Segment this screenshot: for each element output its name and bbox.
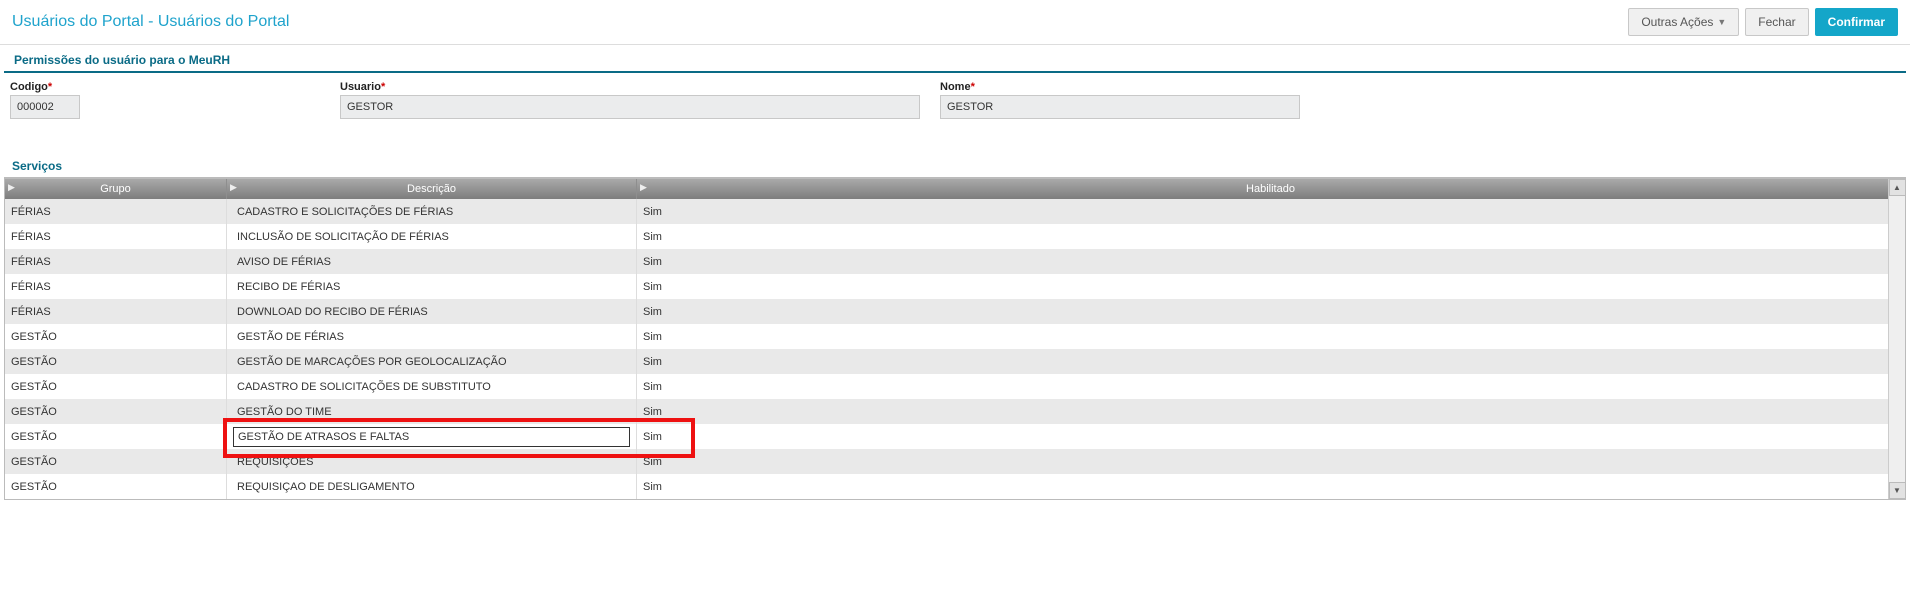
grid-header: ▶ Grupo ▶ Descrição ▶ Habilitado — [5, 179, 1905, 199]
cell-descricao: DOWNLOAD DO RECIBO DE FÉRIAS — [227, 299, 637, 324]
table-row[interactable]: FÉRIASCADASTRO E SOLICITAÇÕES DE FÉRIASS… — [5, 199, 1905, 224]
breadcrumb: Usuários do Portal - Usuários do Portal — [12, 13, 289, 31]
cell-grupo: GESTÃO — [5, 399, 227, 424]
cell-habilitado: Sim — [637, 424, 1905, 449]
cell-habilitado: Sim — [637, 449, 1905, 474]
topbar-actions: Outras Ações ▼ Fechar Confirmar — [1628, 8, 1898, 36]
table-row[interactable]: GESTÃOGESTÃO DE MARCAÇÕES POR GEOLOCALIZ… — [5, 349, 1905, 374]
grid-body: FÉRIASCADASTRO E SOLICITAÇÕES DE FÉRIASS… — [5, 199, 1905, 499]
cell-grupo: FÉRIAS — [5, 249, 227, 274]
table-row[interactable]: FÉRIASAVISO DE FÉRIASSim — [5, 249, 1905, 274]
cell-habilitado: Sim — [637, 199, 1905, 224]
cell-habilitado: Sim — [637, 324, 1905, 349]
table-row[interactable]: FÉRIASRECIBO DE FÉRIASSim — [5, 274, 1905, 299]
cell-grupo: GESTÃO — [5, 324, 227, 349]
table-row[interactable]: GESTÃOGESTÃO DE ATRASOS E FALTASSim — [5, 424, 1905, 449]
cell-habilitado: Sim — [637, 349, 1905, 374]
form-group-codigo: Codigo* — [10, 81, 80, 119]
form-group-usuario: Usuario* — [340, 81, 920, 119]
cell-descricao: CADASTRO DE SOLICITAÇÕES DE SUBSTITUTO — [227, 374, 637, 399]
codigo-field[interactable] — [10, 95, 80, 119]
cell-descricao: AVISO DE FÉRIAS — [227, 249, 637, 274]
cell-grupo: GESTÃO — [5, 374, 227, 399]
header-habilitado[interactable]: ▶ Habilitado — [637, 179, 1905, 199]
cell-descricao: GESTÃO DE MARCAÇÕES POR GEOLOCALIZAÇÃO — [227, 349, 637, 374]
cell-grupo: FÉRIAS — [5, 224, 227, 249]
other-actions-button[interactable]: Outras Ações ▼ — [1628, 8, 1739, 36]
header-descricao[interactable]: ▶ Descrição — [227, 179, 637, 199]
services-grid: ▶ Grupo ▶ Descrição ▶ Habilitado FÉRIASC… — [4, 178, 1906, 500]
table-row[interactable]: GESTÃOCADASTRO DE SOLICITAÇÕES DE SUBSTI… — [5, 374, 1905, 399]
form-row: Codigo* Usuario* Nome* — [0, 73, 1910, 125]
header-grupo[interactable]: ▶ Grupo — [5, 179, 227, 199]
cell-descricao: CADASTRO E SOLICITAÇÕES DE FÉRIAS — [227, 199, 637, 224]
cell-habilitado: Sim — [637, 299, 1905, 324]
usuario-label: Usuario* — [340, 81, 920, 93]
table-row[interactable]: FÉRIASDOWNLOAD DO RECIBO DE FÉRIASSim — [5, 299, 1905, 324]
cell-grupo: GESTÃO — [5, 449, 227, 474]
cell-habilitado: Sim — [637, 399, 1905, 424]
cell-grupo: GESTÃO — [5, 424, 227, 449]
cell-habilitado: Sim — [637, 274, 1905, 299]
nome-field[interactable] — [940, 95, 1300, 119]
header-grupo-label: Grupo — [100, 183, 131, 195]
scroll-down-arrow-icon[interactable]: ▼ — [1889, 482, 1906, 499]
section-services-title: Serviços — [4, 155, 1906, 178]
section-permissions-title: Permissões do usuário para o MeuRH — [4, 45, 1906, 73]
cell-descricao: GESTÃO DE ATRASOS E FALTAS — [227, 424, 637, 449]
cell-habilitado: Sim — [637, 374, 1905, 399]
vertical-scrollbar[interactable]: ▲ ▼ — [1888, 179, 1905, 499]
cell-grupo: GESTÃO — [5, 474, 227, 499]
codigo-label: Codigo* — [10, 81, 80, 93]
sort-arrow-icon: ▶ — [230, 182, 237, 193]
cell-descricao: REQUISIÇÕES — [227, 449, 637, 474]
cell-descricao: REQUISIÇAO DE DESLIGAMENTO — [227, 474, 637, 499]
sort-arrow-icon: ▶ — [8, 182, 15, 193]
cell-grupo: GESTÃO — [5, 349, 227, 374]
header-habilitado-label: Habilitado — [1246, 183, 1295, 195]
chevron-down-icon: ▼ — [1717, 17, 1726, 27]
topbar: Usuários do Portal - Usuários do Portal … — [0, 0, 1910, 45]
cell-habilitado: Sim — [637, 474, 1905, 499]
other-actions-label: Outras Ações — [1641, 15, 1713, 29]
table-row[interactable]: FÉRIASINCLUSÃO DE SOLICITAÇÃO DE FÉRIASS… — [5, 224, 1905, 249]
table-row[interactable]: GESTÃOGESTÃO DO TIMESim — [5, 399, 1905, 424]
confirm-button[interactable]: Confirmar — [1815, 8, 1898, 36]
cell-descricao: INCLUSÃO DE SOLICITAÇÃO DE FÉRIAS — [227, 224, 637, 249]
cell-grupo: FÉRIAS — [5, 299, 227, 324]
cell-descricao: GESTÃO DO TIME — [227, 399, 637, 424]
table-row[interactable]: GESTÃOREQUISIÇAO DE DESLIGAMENTOSim — [5, 474, 1905, 499]
close-button[interactable]: Fechar — [1745, 8, 1808, 36]
scroll-up-arrow-icon[interactable]: ▲ — [1889, 179, 1906, 196]
cell-descricao: GESTÃO DE FÉRIAS — [227, 324, 637, 349]
cell-grupo: FÉRIAS — [5, 199, 227, 224]
cell-descricao: RECIBO DE FÉRIAS — [227, 274, 637, 299]
form-group-nome: Nome* — [940, 81, 1300, 119]
cell-habilitado: Sim — [637, 249, 1905, 274]
table-row[interactable]: GESTÃOGESTÃO DE FÉRIASSim — [5, 324, 1905, 349]
nome-label: Nome* — [940, 81, 1300, 93]
usuario-field[interactable] — [340, 95, 920, 119]
table-row[interactable]: GESTÃOREQUISIÇÕESSim — [5, 449, 1905, 474]
cell-habilitado: Sim — [637, 224, 1905, 249]
cell-grupo: FÉRIAS — [5, 274, 227, 299]
header-descricao-label: Descrição — [407, 183, 456, 195]
sort-arrow-icon: ▶ — [640, 182, 647, 193]
